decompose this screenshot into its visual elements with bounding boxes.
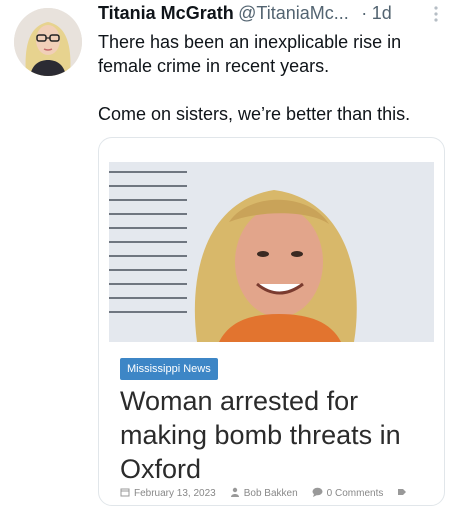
more-icon[interactable] (426, 3, 446, 25)
author-name[interactable]: Titania McGrath (98, 3, 234, 23)
tweet-header: Titania McGrath @TitaniaMc... · 1d (98, 3, 446, 29)
author-handle[interactable]: @TitaniaMc... (238, 3, 349, 23)
comment-icon (312, 487, 323, 500)
article-author[interactable]: Bob Bakken (244, 488, 298, 499)
calendar-icon (120, 487, 130, 500)
meta-date: February 13, 2023 (120, 487, 216, 500)
share-icon[interactable] (397, 487, 407, 500)
tweet-text-line2: Come on sisters, we’re better than this. (98, 104, 411, 124)
meta-author: Bob Bakken (230, 487, 298, 500)
article-headline[interactable]: Woman arrested for making bomb threats i… (120, 384, 430, 486)
category-badge[interactable]: Mississippi News (120, 358, 218, 380)
link-card[interactable]: Mississippi News Woman arrested for maki… (98, 137, 445, 506)
article-date: February 13, 2023 (134, 487, 216, 499)
separator-dot: · (361, 3, 368, 23)
mugshot-image (109, 162, 434, 342)
avatar[interactable] (14, 8, 82, 76)
tweet-text-line1: There has been an inexplicable rise in f… (98, 32, 402, 76)
article-comments[interactable]: 0 Comments (327, 488, 384, 499)
tweet-text: There has been an inexplicable rise in f… (98, 30, 446, 126)
meta-comments: 0 Comments (312, 487, 384, 500)
timestamp[interactable]: 1d (372, 3, 392, 23)
article-meta: February 13, 2023 Bob Bakken 0 Comments (120, 486, 440, 500)
user-icon (230, 487, 240, 500)
